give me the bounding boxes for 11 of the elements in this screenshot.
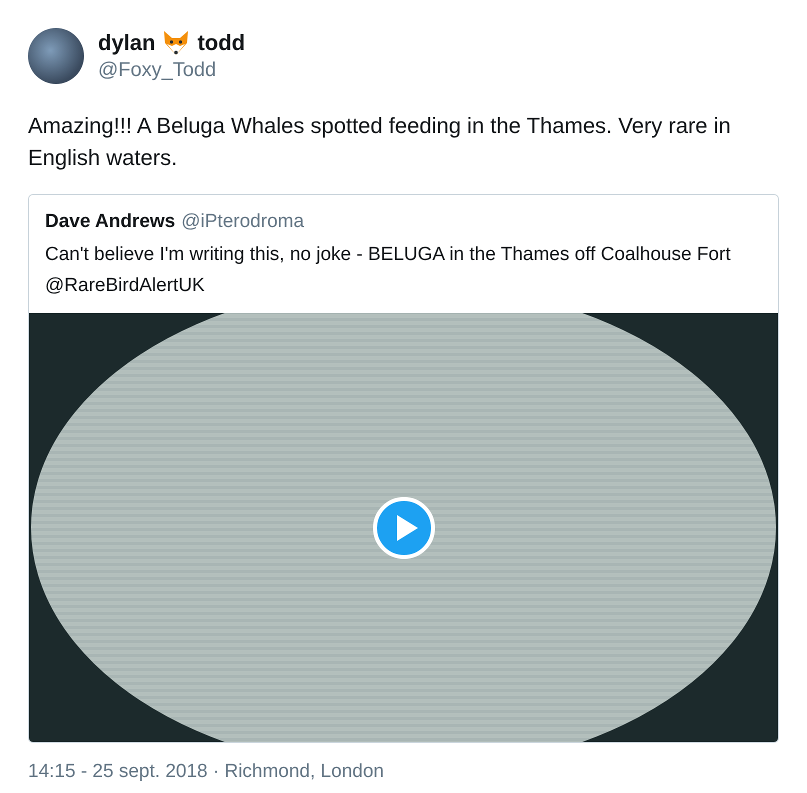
tweet-timestamp-location: 14:15 - 25 sept. 2018 · Richmond, London	[28, 761, 385, 783]
tweet-text: Amazing!!! A Beluga Whales spotted feeding in the Thames. Very rare in English waters.	[28, 112, 732, 172]
quoted-author-handle: @iPterodroma	[181, 210, 304, 234]
user-handle[interactable]: @Foxy_Todd	[98, 57, 246, 83]
quoted-tweet-card[interactable]: Dave Andrews @iPterodroma Can't believe I'm writing this, no joke - BELUGA in the Thames off Coalhouse Fort @RareBirdAlertUK	[28, 194, 779, 743]
video-placeholder[interactable]	[29, 313, 778, 742]
display-name: dylan	[98, 29, 156, 57]
display-name: todd	[197, 29, 246, 57]
play-icon[interactable]	[372, 496, 434, 558]
quoted-tweet-text: Can't believe I'm writing this, no joke - BELUGA in the Thames off Coalhouse Fort @RareBirdAlertUK	[45, 243, 732, 298]
quoted-author-name: Dave Andrews	[45, 210, 176, 234]
